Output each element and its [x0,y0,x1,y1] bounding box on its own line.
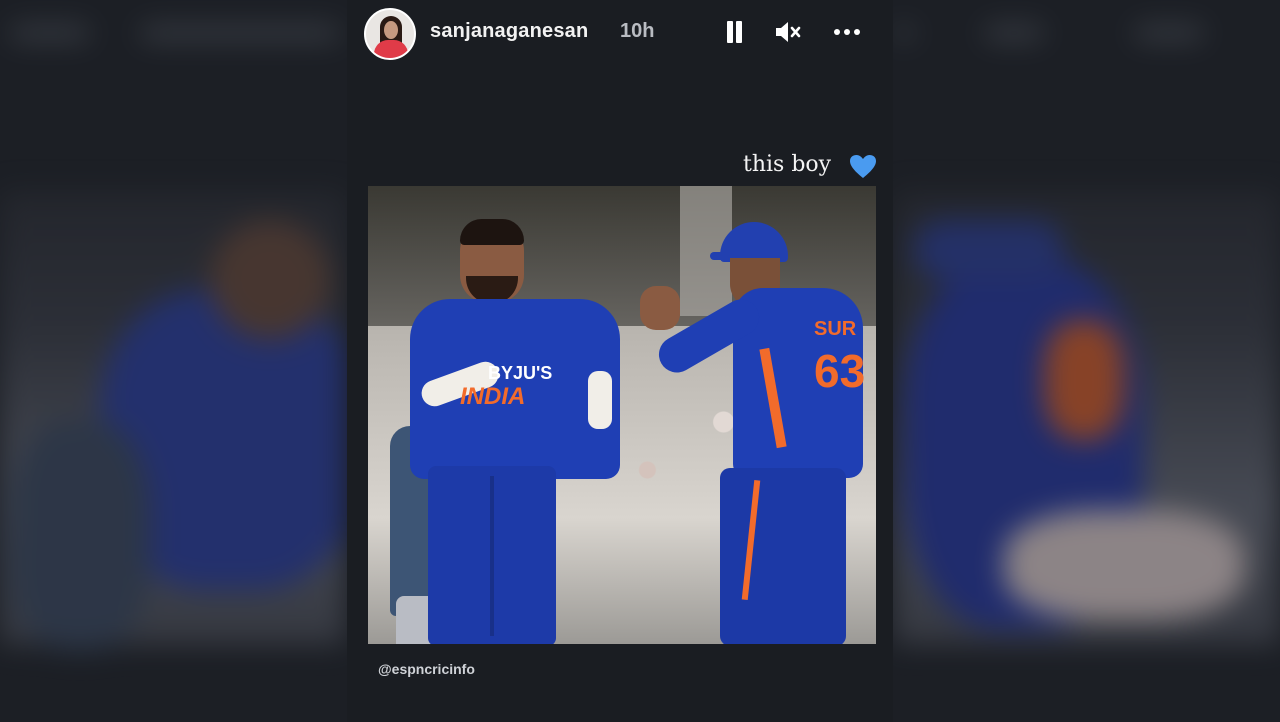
speaker-muted-icon [776,22,801,42]
jersey-number-right: 63 [814,345,866,397]
next-story-image [894,190,1280,645]
story-photo: BYJU'S INDIA SUR 63 [368,186,876,644]
next-story-header [894,18,1280,48]
player-left: BYJU'S INDIA [408,219,638,644]
active-story[interactable]: sanjanaganesan 10h this boy BYJU'S INDIA… [347,0,893,722]
story-caption: this boy [743,152,832,177]
previous-story-preview[interactable] [0,0,345,722]
jersey-team-left: INDIA [460,383,526,410]
player-right: SUR 63 [638,218,876,644]
timestamp: 10h [620,20,655,42]
mute-button[interactable] [774,18,802,46]
more-horizontal-icon [834,29,860,35]
photo-credit[interactable]: @espncricinfo [378,661,475,677]
jersey-sponsor-left: BYJU'S [488,363,553,383]
previous-story-image [0,190,345,650]
jersey-name-right: SUR [814,318,857,340]
previous-story-header [0,18,345,48]
blue-heart-icon [850,155,876,178]
username[interactable]: sanjanaganesan [430,20,588,43]
avatar[interactable] [364,8,416,60]
story-viewer: sanjanaganesan 10h this boy BYJU'S INDIA… [0,0,1280,722]
more-options-button[interactable] [833,18,861,46]
next-story-preview[interactable] [894,0,1280,722]
pause-button[interactable] [720,18,748,46]
story-header: sanjanaganesan 10h [347,0,893,64]
